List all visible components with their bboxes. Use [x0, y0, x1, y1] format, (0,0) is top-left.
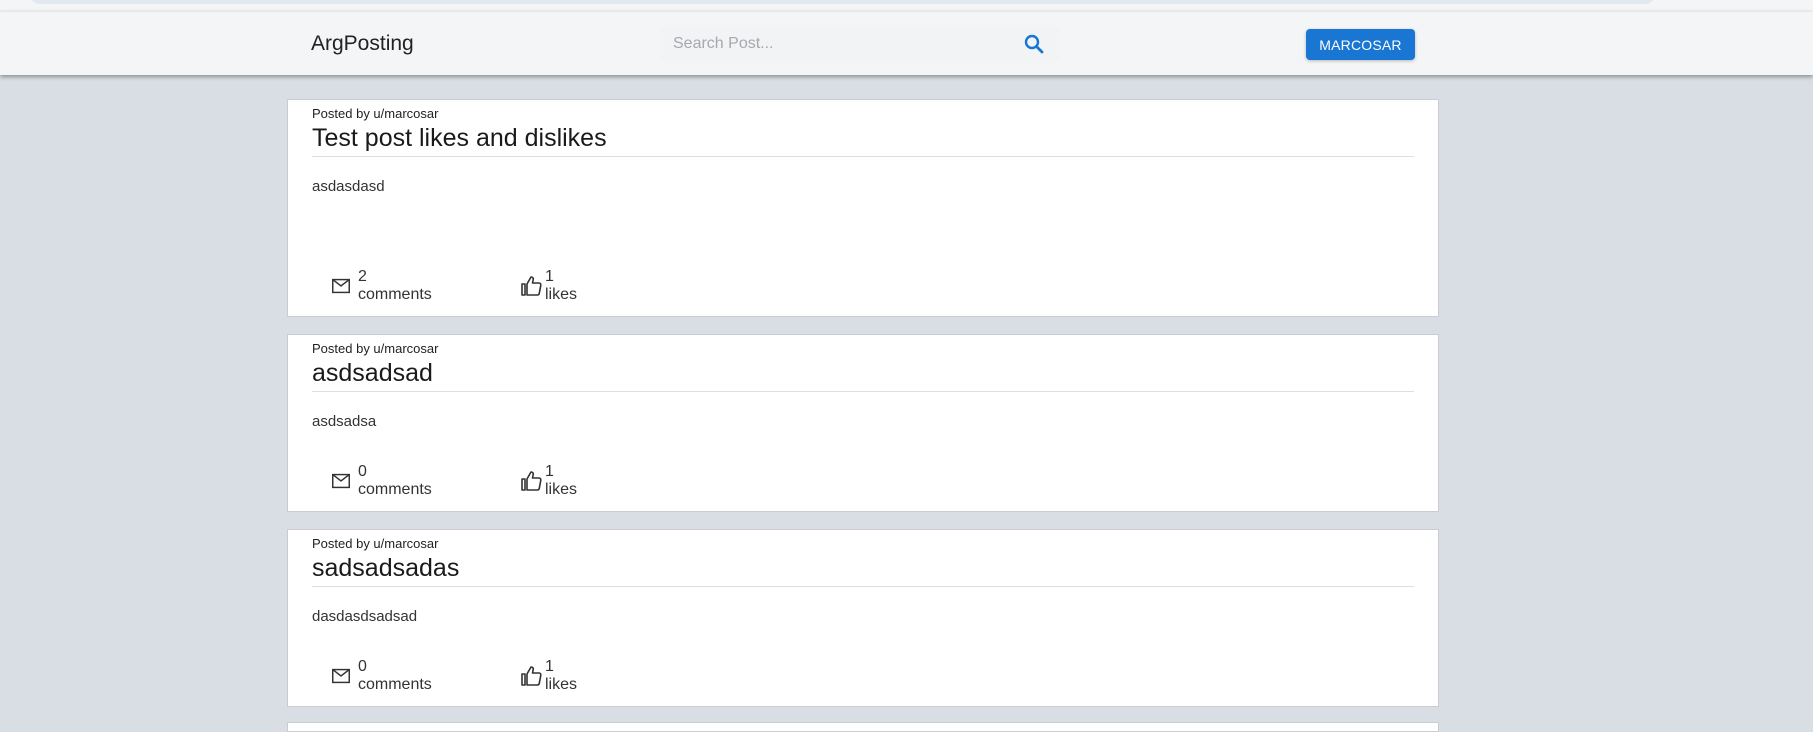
- comments-button[interactable]: 0 comments: [330, 463, 432, 498]
- thumb-up-icon: [520, 274, 544, 298]
- thumb-up-icon: [520, 469, 544, 493]
- navbar: ArgPosting MARCOSAR: [0, 11, 1813, 75]
- post-body: dasdasdsadsad: [312, 608, 418, 625]
- post-author[interactable]: Posted by u/marcosar: [312, 536, 438, 551]
- post-title[interactable]: Test post likes and dislikes: [312, 124, 1414, 157]
- comments-button[interactable]: 0 comments: [330, 658, 432, 693]
- post-title[interactable]: sadsadsadas: [312, 554, 1414, 587]
- comments-count: 0 comments: [358, 463, 432, 498]
- post-title[interactable]: asdsadsad: [312, 359, 1414, 392]
- like-button[interactable]: 1 likes: [520, 268, 577, 303]
- comments-count: 0 comments: [358, 658, 432, 693]
- post-card[interactable]: Posted by u/marcosar sadsadsadas dasdasd…: [287, 529, 1439, 707]
- browser-top-strip: [0, 0, 1813, 11]
- search-input[interactable]: [660, 27, 1010, 61]
- thumb-up-icon: [520, 664, 544, 688]
- post-card[interactable]: Posted by u/marcosar Test post likes and…: [287, 99, 1439, 317]
- user-menu-button[interactable]: MARCOSAR: [1306, 29, 1415, 60]
- mail-icon: [330, 470, 352, 492]
- comments-count: 2 comments: [358, 268, 432, 303]
- post-author[interactable]: Posted by u/marcosar: [312, 106, 438, 121]
- mail-icon: [330, 275, 352, 297]
- likes-count: 1 likes: [545, 463, 578, 498]
- top-scroll-pill: [30, 0, 1655, 4]
- like-button[interactable]: 1 likes: [520, 658, 577, 693]
- post-card[interactable]: Posted by u/marcosar asdsadsad asdsadsa …: [287, 334, 1439, 512]
- search-bar: [660, 27, 1060, 61]
- post-card-partial[interactable]: [287, 722, 1439, 732]
- likes-count: 1 likes: [545, 658, 578, 693]
- search-icon[interactable]: [1022, 32, 1046, 56]
- post-body: asdsadsa: [312, 413, 377, 430]
- post-body: asdasdasd: [312, 178, 385, 195]
- mail-icon: [330, 665, 352, 687]
- likes-count: 1 likes: [545, 268, 578, 303]
- post-author[interactable]: Posted by u/marcosar: [312, 341, 438, 356]
- comments-button[interactable]: 2 comments: [330, 268, 432, 303]
- like-button[interactable]: 1 likes: [520, 463, 577, 498]
- brand-logo-text[interactable]: ArgPosting: [311, 32, 414, 56]
